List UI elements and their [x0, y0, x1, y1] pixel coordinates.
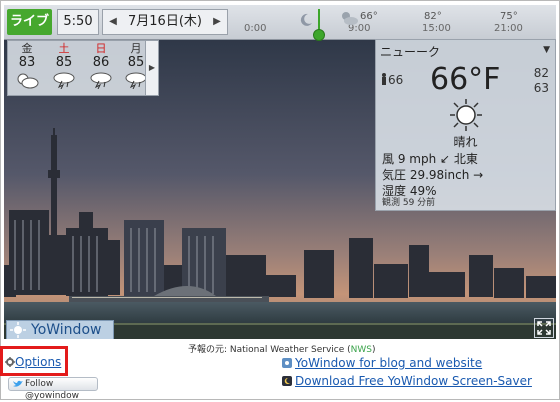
follow-button[interactable]: Follow @yowindow [8, 377, 98, 401]
twitter-icon [13, 380, 23, 387]
low-temp: 63 [533, 81, 549, 95]
feels-like: 66 [380, 73, 403, 87]
forecast-day[interactable]: 土 85 [46, 42, 82, 94]
timeline-temp: 82° [424, 11, 442, 22]
source-suffix: ) [372, 345, 376, 355]
sun-icon [450, 99, 482, 131]
options-label[interactable]: Options [15, 355, 61, 369]
thunderstorm-icon [53, 72, 75, 89]
fullscreen-icon[interactable] [534, 318, 554, 338]
screensaver-download-link[interactable]: Download Free YoWindow Screen-Saver [295, 374, 532, 388]
timeline-time: 21:00 [494, 23, 523, 34]
feels-like-value: 66 [388, 73, 404, 87]
top-bar: ライブ 5:50 ◀ 7月16日(木) ▶ 0:00 9:00 15:00 21… [4, 5, 556, 41]
timeline-time: 15:00 [422, 23, 451, 34]
timeline[interactable]: 0:00 9:00 15:00 21:00 66° 82° 75° [232, 9, 554, 41]
forecast-strip[interactable]: 金 83 土 85 日 86 月 85 ▶ [7, 40, 159, 96]
yowindow-small-icon [282, 358, 292, 368]
forecast-day[interactable]: 金 83 [9, 42, 45, 94]
yowindow-widget[interactable]: ライブ 5:50 ◀ 7月16日(木) ▶ 0:00 9:00 15:00 21… [4, 5, 556, 339]
temperature: 66°F [430, 62, 501, 97]
live-button[interactable]: ライブ [7, 9, 52, 35]
person-icon [382, 73, 386, 85]
blog-website-link[interactable]: YoWindow for blog and website [295, 356, 482, 370]
timeline-temp: 66° [360, 11, 378, 22]
date-label: 7月16日(木) [128, 14, 202, 29]
forecast-day-temp: 85 [55, 55, 73, 70]
yowindow-logo[interactable]: YoWindow [6, 320, 114, 339]
forecast-day-name: 金 [21, 42, 33, 55]
gear-icon [5, 357, 15, 367]
timeline-time: 0:00 [244, 23, 267, 34]
forecast-day-name: 土 [58, 42, 70, 55]
date-selector: ◀ 7月16日(木) ▶ [102, 9, 228, 35]
timeline-temp: 75° [500, 11, 518, 22]
brand-name: YoWindow [31, 322, 102, 338]
date-next-icon[interactable]: ▶ [209, 10, 225, 34]
current-time: 5:50 [57, 9, 99, 35]
forecast-source: 予報の元: National Weather Service (NWS) [188, 342, 376, 355]
observed-time: 観測 59 分前 [382, 198, 436, 208]
date-prev-icon[interactable]: ◀ [105, 10, 121, 34]
city-dropdown-icon[interactable]: ▼ [543, 45, 550, 55]
forecast-day[interactable]: 日 86 [83, 42, 119, 94]
forecast-day-name: 日 [95, 42, 107, 55]
condition-text: 晴れ [453, 135, 478, 149]
wind: 風 9 mph ↙ 北東 [382, 152, 478, 166]
pressure: 気圧 29.98inch → [382, 168, 484, 182]
forecast-day-temp: 86 [92, 55, 110, 70]
screensaver-icon [282, 376, 292, 386]
sun-logo-icon [10, 322, 26, 338]
source-prefix: 予報の元: National Weather Service ( [188, 345, 351, 355]
high-temp: 82 [533, 66, 549, 80]
options-link[interactable]: Options [5, 355, 61, 369]
current-conditions-panel[interactable]: ニューーク ▼ 66 66°F 82 63 晴れ 風 9 mph ↙ 北東 気圧… [375, 39, 556, 211]
follow-label: Follow @yowindow [25, 379, 79, 401]
forecast-day-temp: 83 [18, 55, 36, 70]
partly-cloudy-icon [342, 12, 358, 25]
partly-cloudy-icon [17, 73, 39, 89]
nws-link[interactable]: NWS [351, 345, 372, 355]
forecast-next-icon[interactable]: ▶ [145, 41, 158, 95]
high-low: 82 63 [534, 66, 549, 96]
moon-icon [300, 13, 312, 26]
thunderstorm-icon [90, 72, 112, 89]
timeline-slider-knob[interactable] [313, 29, 325, 41]
city-name[interactable]: ニューーク [380, 43, 440, 60]
